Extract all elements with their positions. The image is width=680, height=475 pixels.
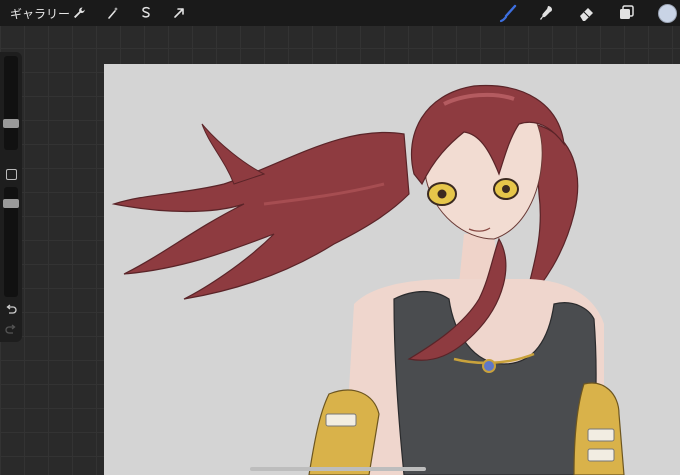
undo-icon[interactable] — [4, 303, 18, 317]
opacity-handle[interactable] — [3, 199, 19, 208]
color-swatch[interactable] — [658, 4, 677, 23]
gallery-button[interactable]: ギャラリー — [10, 5, 70, 22]
redo-icon[interactable] — [4, 323, 18, 337]
transform-arrow-icon[interactable] — [170, 4, 188, 22]
wrench-icon[interactable] — [70, 4, 88, 22]
drawing-canvas[interactable] — [104, 64, 680, 475]
selection-icon[interactable] — [137, 4, 155, 22]
eraser-icon[interactable] — [577, 3, 597, 23]
brush-size-handle[interactable] — [3, 119, 19, 128]
home-indicator — [250, 467, 426, 471]
anime-girl-illustration — [111, 84, 625, 475]
layers-icon[interactable] — [617, 3, 637, 23]
smudge-icon[interactable] — [537, 3, 557, 23]
magic-wand-icon[interactable] — [104, 4, 122, 22]
top-toolbar: ギャラリー — [0, 0, 680, 26]
modify-square-icon[interactable] — [6, 169, 17, 180]
brush-size-slider[interactable] — [4, 56, 18, 150]
left-sidebar — [0, 52, 22, 342]
brush-icon[interactable] — [498, 3, 518, 23]
